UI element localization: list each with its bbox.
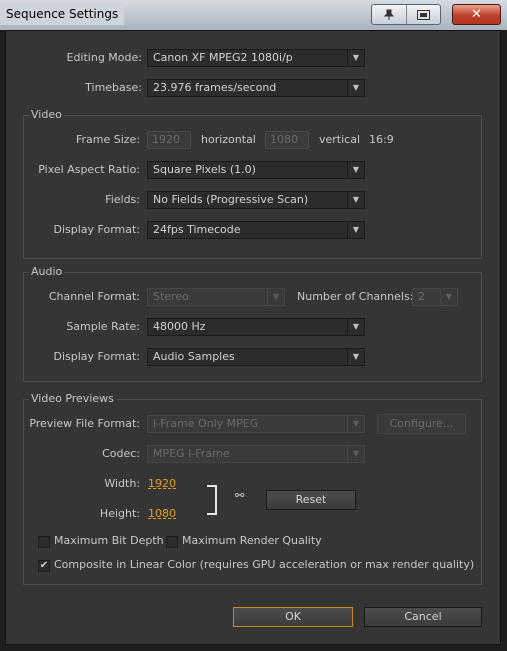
pixel-aspect-ratio-label: Pixel Aspect Ratio:	[38, 163, 140, 176]
audio-display-format-value: Audio Samples	[153, 350, 235, 363]
chevron-down-icon: ▼	[267, 289, 284, 305]
preview-height-value[interactable]: 1080	[148, 506, 176, 522]
channel-format-select: Stereo ▼	[147, 288, 285, 306]
chevron-down-icon: ▼	[347, 80, 364, 96]
horizontal-label: horizontal	[201, 133, 256, 146]
video-previews-group-title: Video Previews	[29, 392, 116, 406]
max-render-quality-checkbox[interactable]	[166, 536, 178, 548]
pixel-aspect-ratio-value: Square Pixels (1.0)	[153, 163, 256, 176]
configure-button: Configure...	[377, 414, 466, 434]
chevron-down-icon: ▼	[347, 50, 364, 66]
composite-linear-checkbox[interactable]: ✔	[38, 560, 50, 572]
audio-display-format-label: Display Format:	[53, 350, 140, 363]
preview-file-format-label: Preview File Format:	[29, 417, 140, 430]
fields-label: Fields:	[105, 193, 140, 206]
pin-icon[interactable]	[372, 5, 406, 24]
sample-rate-label: Sample Rate:	[66, 320, 140, 333]
preview-width-value[interactable]: 1920	[148, 476, 176, 492]
editing-mode-label: Editing Mode:	[66, 51, 143, 64]
vertical-label: vertical	[319, 133, 361, 146]
preview-width-label: Width:	[104, 477, 140, 490]
channel-format-value: Stereo	[153, 290, 189, 303]
codec-select: MPEG I-Frame ▼	[147, 445, 365, 463]
chevron-down-icon: ▼	[440, 289, 457, 305]
reset-button[interactable]: Reset	[266, 490, 356, 510]
preview-height-label: Height:	[99, 507, 140, 520]
frame-height-field: 1080	[265, 131, 309, 149]
frame-width-field: 1920	[147, 131, 191, 149]
restore-icon[interactable]	[405, 5, 441, 24]
chevron-down-icon: ▼	[347, 162, 364, 178]
num-channels-value: 2	[418, 290, 425, 303]
aspect-ratio-text: 16:9	[369, 133, 394, 146]
max-bit-depth-checkbox[interactable]	[38, 536, 50, 548]
video-display-format-value: 24fps Timecode	[153, 223, 241, 236]
window-title: Sequence Settings	[0, 3, 125, 25]
timebase-label: Timebase:	[85, 81, 142, 94]
cancel-button[interactable]: Cancel	[364, 607, 482, 627]
video-group-title: Video	[29, 108, 64, 122]
max-bit-depth-label: Maximum Bit Depth	[54, 534, 164, 547]
chevron-down-icon: ▼	[347, 416, 364, 432]
codec-label: Codec:	[102, 447, 140, 460]
channel-format-label: Channel Format:	[48, 290, 140, 303]
timebase-value: 23.976 frames/second	[153, 81, 277, 94]
preview-file-format-value: I-Frame Only MPEG	[153, 417, 259, 430]
chevron-down-icon: ▼	[347, 319, 364, 335]
ok-button[interactable]: OK	[233, 607, 353, 627]
chevron-down-icon: ▼	[347, 222, 364, 238]
fields-select[interactable]: No Fields (Progressive Scan) ▼	[147, 191, 365, 209]
chevron-down-icon: ▼	[347, 192, 364, 208]
video-display-format-select[interactable]: 24fps Timecode ▼	[147, 221, 365, 239]
num-channels-select: 2 ▼	[412, 288, 458, 306]
link-bracket	[207, 485, 217, 515]
audio-display-format-select[interactable]: Audio Samples ▼	[147, 348, 365, 366]
audio-group-title: Audio	[29, 265, 65, 279]
preview-file-format-select: I-Frame Only MPEG ▼	[147, 415, 365, 433]
pixel-aspect-ratio-select[interactable]: Square Pixels (1.0) ▼	[147, 161, 365, 179]
editing-mode-value: Canon XF MPEG2 1080i/p	[153, 51, 293, 64]
chevron-down-icon: ▼	[347, 446, 364, 462]
composite-linear-label: Composite in Linear Color (requires GPU …	[54, 558, 475, 571]
frame-size-label: Frame Size:	[75, 133, 140, 146]
chevron-down-icon: ▼	[347, 349, 364, 365]
video-display-format-label: Display Format:	[53, 223, 140, 236]
num-channels-label: Number of Channels:	[297, 290, 414, 303]
window-button-group	[371, 4, 441, 25]
sample-rate-value: 48000 Hz	[153, 320, 206, 333]
codec-value: MPEG I-Frame	[153, 447, 230, 460]
chain-link-icon[interactable]: ⚯	[235, 490, 244, 502]
close-button[interactable]: ✕	[452, 4, 501, 25]
max-render-quality-label: Maximum Render Quality	[182, 534, 322, 547]
editing-mode-select[interactable]: Canon XF MPEG2 1080i/p ▼	[147, 49, 365, 67]
sample-rate-select[interactable]: 48000 Hz ▼	[147, 318, 365, 336]
timebase-select[interactable]: 23.976 frames/second ▼	[147, 79, 365, 97]
fields-value: No Fields (Progressive Scan)	[153, 193, 309, 206]
